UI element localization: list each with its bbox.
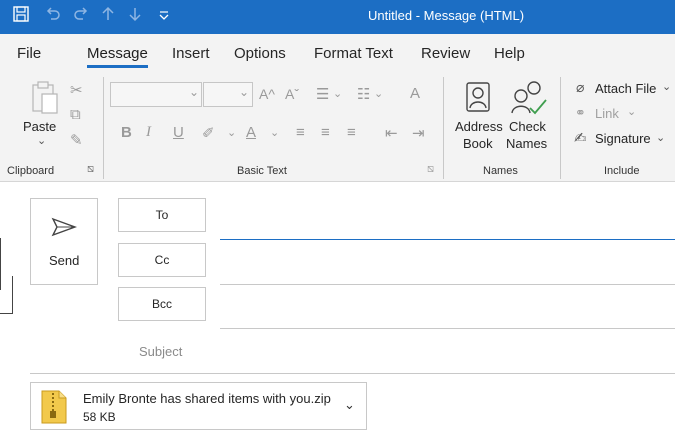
group-divider xyxy=(560,77,561,179)
signature-icon[interactable]: ✍ xyxy=(574,129,587,147)
compose-area: Send To Cc Bcc Subject Emily Bronte has … xyxy=(0,183,675,438)
bcc-button[interactable]: Bcc xyxy=(118,287,206,321)
check-names-label-line2[interactable]: Names xyxy=(506,136,547,151)
paste-label[interactable]: Paste xyxy=(23,119,56,134)
align-left-icon[interactable]: ≡ xyxy=(296,124,305,141)
attachment-size: 58 KB xyxy=(83,410,116,424)
font-size-dropdown-icon[interactable]: ⌄ xyxy=(239,85,249,99)
cc-button[interactable]: Cc xyxy=(118,243,206,277)
send-label: Send xyxy=(49,253,80,268)
clear-formatting-icon[interactable]: A xyxy=(410,85,420,102)
font-color-icon[interactable]: A xyxy=(246,124,256,141)
basic-text-launcher-icon[interactable]: ⧅ xyxy=(427,163,434,176)
window-edge xyxy=(0,313,13,314)
active-tab-indicator xyxy=(87,65,148,68)
basic-text-group-label: Basic Text xyxy=(237,165,287,177)
attachment-card[interactable]: Emily Bronte has shared items with you.z… xyxy=(30,382,367,430)
send-icon xyxy=(51,217,78,242)
clipboard-launcher-icon[interactable]: ⧅ xyxy=(87,163,94,176)
format-painter-icon[interactable]: ✎ xyxy=(70,131,83,149)
highlight-icon[interactable]: ✐ xyxy=(202,124,215,142)
bullets-dropdown-icon[interactable]: ⌄ xyxy=(333,87,342,100)
decrease-indent-icon[interactable]: ⇤ xyxy=(385,124,398,142)
attach-file-dropdown-icon[interactable]: ⌄ xyxy=(662,80,671,93)
tab-message[interactable]: Message xyxy=(87,45,148,62)
save-icon[interactable] xyxy=(12,5,30,29)
window-title: Untitled - Message (HTML) xyxy=(368,8,525,23)
bcc-field[interactable] xyxy=(220,328,675,329)
include-group-label: Include xyxy=(604,165,640,177)
group-divider xyxy=(443,77,444,179)
menu-bar: File Message Insert Options Format Text … xyxy=(0,34,675,71)
link-button[interactable]: Link xyxy=(595,106,619,121)
signature-dropdown-icon[interactable]: ⌄ xyxy=(656,131,665,144)
grow-font-icon[interactable]: A^ xyxy=(259,86,275,102)
cut-icon[interactable]: ✂ xyxy=(70,81,83,99)
to-field[interactable] xyxy=(220,239,675,240)
attachment-name: Emily Bronte has shared items with you.z… xyxy=(83,391,331,406)
zip-file-icon xyxy=(40,389,68,430)
shrink-font-icon[interactable]: Aˇ xyxy=(285,86,299,102)
names-group-label: Names xyxy=(483,165,518,177)
down-arrow-icon[interactable] xyxy=(127,5,143,29)
paste-icon[interactable] xyxy=(30,80,60,121)
underline-button[interactable]: U xyxy=(173,124,184,141)
send-button[interactable]: Send xyxy=(30,198,98,285)
numbering-dropdown-icon[interactable]: ⌄ xyxy=(374,87,383,100)
tab-file[interactable]: File xyxy=(17,45,41,62)
tab-review[interactable]: Review xyxy=(421,45,470,62)
check-names-label-line1[interactable]: Check xyxy=(509,119,546,134)
attach-file-button[interactable]: Attach File xyxy=(595,81,656,96)
signature-button[interactable]: Signature xyxy=(595,131,651,146)
to-button[interactable]: To xyxy=(118,198,206,232)
group-divider xyxy=(103,77,104,179)
up-arrow-icon[interactable] xyxy=(100,5,116,29)
numbering-icon[interactable]: ☷ xyxy=(357,85,370,103)
paperclip-icon[interactable]: ⌀ xyxy=(576,79,584,96)
redo-icon[interactable] xyxy=(72,5,90,29)
align-right-icon[interactable]: ≡ xyxy=(347,124,356,141)
align-center-icon[interactable]: ≡ xyxy=(321,124,330,141)
customize-qat-icon[interactable] xyxy=(158,6,170,30)
subject-field[interactable] xyxy=(30,373,675,374)
window-edge xyxy=(0,238,1,290)
window-edge xyxy=(12,276,13,313)
tab-options[interactable]: Options xyxy=(234,45,286,62)
font-name-dropdown-icon[interactable]: ⌄ xyxy=(189,85,199,99)
attachment-dropdown-icon[interactable]: ⌄ xyxy=(344,397,355,413)
bold-button[interactable]: B xyxy=(121,124,132,141)
link-icon[interactable]: ⚭ xyxy=(575,105,586,121)
bullets-icon[interactable]: ☰ xyxy=(316,85,329,103)
ribbon: Paste ⌄ ✂ ⧉ ✎ Clipboard ⧅ ⌄ ⌄ A^ Aˇ ☰ ⌄ … xyxy=(0,71,675,182)
address-book-label-line1[interactable]: Address xyxy=(455,119,503,134)
tab-insert[interactable]: Insert xyxy=(172,45,210,62)
link-dropdown-icon[interactable]: ⌄ xyxy=(627,105,636,118)
address-book-label-line2[interactable]: Book xyxy=(463,136,493,151)
undo-icon[interactable] xyxy=(44,5,62,29)
subject-label: Subject xyxy=(139,344,183,359)
address-book-icon[interactable] xyxy=(465,81,491,118)
title-bar: Untitled - Message (HTML) xyxy=(0,0,675,34)
tab-help[interactable]: Help xyxy=(494,45,525,62)
italic-button[interactable]: I xyxy=(146,124,151,141)
highlight-dropdown-icon[interactable]: ⌄ xyxy=(227,126,236,139)
tab-format-text[interactable]: Format Text xyxy=(314,45,393,62)
clipboard-group-label: Clipboard xyxy=(7,165,55,177)
check-names-icon[interactable] xyxy=(510,80,548,121)
paste-dropdown-icon[interactable]: ⌄ xyxy=(37,134,46,147)
increase-indent-icon[interactable]: ⇥ xyxy=(412,124,425,142)
cc-field[interactable] xyxy=(220,284,675,285)
font-color-dropdown-icon[interactable]: ⌄ xyxy=(270,126,279,139)
copy-icon[interactable]: ⧉ xyxy=(70,106,81,123)
